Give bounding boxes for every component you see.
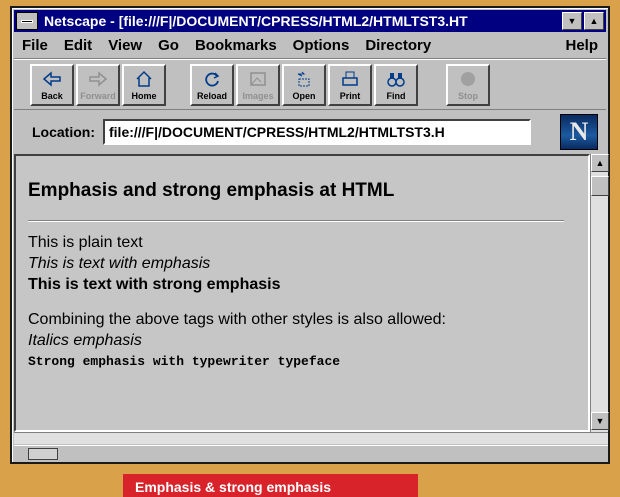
reload-label: Reload — [196, 91, 227, 101]
scroll-up-button[interactable]: ▲ — [591, 154, 609, 172]
page-heading: Emphasis and strong emphasis at HTML — [28, 180, 395, 201]
menu-file[interactable]: File — [14, 37, 56, 54]
title-bar[interactable]: Netscape - [file:///F|/DOCUMENT/CPRESS/H… — [14, 10, 606, 32]
menu-directory[interactable]: Directory — [357, 37, 439, 54]
plain-text: This is plain text — [28, 234, 143, 251]
forward-label: Forward — [80, 91, 116, 101]
security-key-icon — [28, 448, 58, 460]
reload-icon — [205, 72, 220, 87]
toolbar: Back Forward Home Reload Images Open Pri… — [14, 58, 606, 110]
maximize-icon: ▲ — [589, 16, 599, 26]
find-label: Find — [386, 91, 406, 101]
stop-icon — [461, 72, 475, 86]
scroll-down-button[interactable]: ▼ — [591, 412, 609, 430]
combining-text: Combining the above tags with other styl… — [28, 311, 446, 328]
page-content: Emphasis and strong emphasis at HTML Thi… — [14, 154, 590, 432]
printer-icon — [342, 71, 358, 86]
back-button[interactable]: Back — [30, 64, 74, 106]
stop-label: Stop — [458, 91, 478, 101]
find-button[interactable]: Find — [374, 64, 418, 106]
menu-edit[interactable]: Edit — [56, 37, 100, 54]
vertical-scrollbar[interactable]: ▲ ▼ — [590, 154, 609, 432]
print-button[interactable]: Print — [328, 64, 372, 106]
forward-arrow-icon — [89, 71, 108, 87]
menu-view[interactable]: View — [100, 37, 150, 54]
strong-text: This is text with strong emphasis — [28, 276, 281, 293]
italics-emphasis-text: Italics emphasis — [28, 332, 142, 349]
menu-bar: File Edit View Go Bookmarks Options Dire… — [14, 34, 606, 56]
binoculars-icon — [387, 73, 405, 87]
arrow-down-icon: ▼ — [595, 416, 605, 426]
minimize-icon: ▼ — [567, 16, 577, 26]
forward-button[interactable]: Forward — [76, 64, 120, 106]
location-label: Location: — [32, 124, 95, 140]
home-button[interactable]: Home — [122, 64, 166, 106]
print-label: Print — [339, 91, 361, 101]
typewriter-text: Strong emphasis with typewriter typeface — [28, 354, 341, 369]
horizontal-rule — [28, 220, 564, 222]
arrow-up-icon: ▲ — [595, 158, 605, 168]
back-label: Back — [41, 91, 63, 101]
horizontal-scrollbar[interactable] — [14, 432, 608, 444]
home-icon — [136, 70, 152, 87]
open-label: Open — [292, 91, 316, 101]
menu-go[interactable]: Go — [150, 37, 187, 54]
netscape-logo[interactable]: N — [560, 114, 598, 150]
images-button[interactable]: Images — [236, 64, 280, 106]
location-bar: Location: file:///F|/DOCUMENT/CPRESS/HTM… — [14, 112, 606, 152]
open-button[interactable]: Open — [282, 64, 326, 106]
images-label: Images — [242, 91, 274, 101]
menu-options[interactable]: Options — [285, 37, 358, 54]
maximize-button[interactable]: ▲ — [584, 12, 604, 30]
emphasis-text: This is text with emphasis — [28, 255, 211, 272]
status-bar — [14, 445, 608, 462]
system-menu-button[interactable] — [16, 12, 38, 30]
minimize-button[interactable]: ▼ — [562, 12, 582, 30]
caption-label: Emphasis & strong emphasis — [123, 474, 418, 497]
stop-button[interactable]: Stop — [446, 64, 490, 106]
images-icon — [250, 72, 266, 86]
back-arrow-icon — [42, 71, 61, 87]
window-title: Netscape - [file:///F|/DOCUMENT/CPRESS/H… — [44, 13, 468, 29]
reload-button[interactable]: Reload — [190, 64, 234, 106]
location-input[interactable]: file:///F|/DOCUMENT/CPRESS/HTML2/HTMLTST… — [103, 119, 531, 145]
browser-window: Netscape - [file:///F|/DOCUMENT/CPRESS/H… — [10, 6, 610, 464]
home-label: Home — [131, 91, 157, 101]
scroll-thumb[interactable] — [591, 176, 609, 196]
system-menu-icon — [21, 19, 33, 23]
open-icon — [297, 71, 310, 87]
menu-bookmarks[interactable]: Bookmarks — [187, 37, 285, 54]
menu-help[interactable]: Help — [557, 37, 606, 54]
